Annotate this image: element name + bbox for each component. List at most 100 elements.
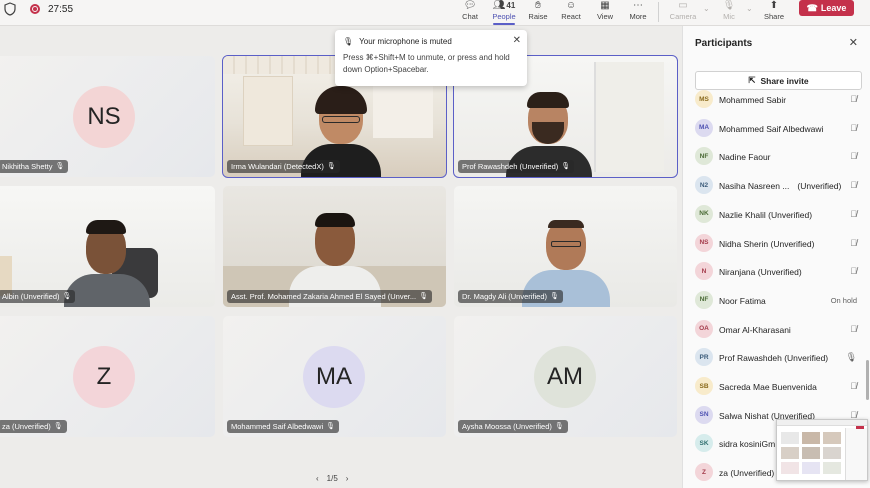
mic-muted-icon: 🎙︎ [550, 293, 559, 300]
participant-name-text: Nazlie Khalil (Unverified) [719, 209, 813, 220]
gallery-pager: ‹ 1/5 › [316, 474, 348, 483]
avatar: NS [695, 233, 713, 252]
participant-name-tag: za (Unverified) 🎙︎ [0, 420, 67, 433]
video-feed [223, 186, 446, 307]
mic-muted-icon: 🎙̸ [850, 266, 857, 277]
mic-muted-icon: 🎙̸ [850, 237, 857, 248]
participant-name: sidra kosiniGm... [719, 439, 782, 449]
view-button[interactable]: ▦ View [588, 0, 622, 22]
mic-muted-icon: 🎙̸ [850, 180, 857, 191]
people-icon: 👥︎41 [492, 0, 516, 11]
raise-hand-button[interactable]: ✋︎ Raise [521, 0, 555, 22]
grid-icon: ▦ [600, 0, 610, 11]
video-feed [0, 186, 215, 307]
mic-button[interactable]: 🎙︎ Mic [712, 0, 746, 22]
participant-row[interactable]: PR Prof Rawashdeh (Unverified) 🎙 [683, 345, 870, 373]
participant-tile[interactable]: Albin (Unverified) 🎙︎ [0, 186, 215, 307]
participant-name-tag: Albin (Unverified) 🎙︎ [0, 290, 76, 303]
participant-name: Prof Rawashdeh (Unverified) [719, 353, 828, 363]
mic-icon: 🎙︎ [326, 163, 336, 170]
participant-row[interactable]: MS Mohammed Sabir 🎙̸ [683, 87, 870, 115]
participant-name-text: Noor Fatima [719, 295, 766, 306]
participant-name: Niranjana (Unverified) [719, 267, 802, 277]
avatar: MA [695, 118, 713, 137]
participant-tile[interactable]: Dr. Magdy Ali (Unverified) 🎙︎ [454, 186, 677, 307]
chat-icon: 💬︎ [463, 0, 477, 11]
more-button[interactable]: ⋯ More [621, 0, 655, 22]
meeting-toolbar: 27:55 💬︎ Chat 👥︎41 People ✋︎ Raise ☺ Rea… [0, 0, 870, 26]
share-button[interactable]: ⬆︎ Share [757, 0, 791, 22]
participant-name: Nikhitha Shetty [2, 162, 53, 171]
people-button[interactable]: 👥︎41 People [487, 0, 521, 25]
mic-muted-icon: 🎙︎ [419, 293, 428, 300]
react-button[interactable]: ☺ React [554, 0, 588, 22]
page-indicator: 1/5 [326, 474, 338, 483]
participant-row[interactable]: NK Nazlie Khalil (Unverified) 🎙̸ [683, 202, 870, 230]
participant-name: Nadine Faour [719, 152, 771, 162]
notification-title-text: Your microphone is muted [359, 37, 452, 46]
prev-page-button[interactable]: ‹ [316, 474, 319, 483]
avatar: PR [695, 348, 713, 367]
smiley-icon: ☺ [565, 0, 577, 11]
participant-row[interactable]: NS Nidha Sherin (Unverified) 🎙̸ [683, 231, 870, 259]
participant-row[interactable]: N Niranjana (Unverified) 🎙̸ [683, 259, 870, 287]
mic-muted-icon: 🎙︎ [53, 423, 63, 430]
screen-share-thumbnail[interactable] [776, 419, 868, 481]
participant-row[interactable]: OA Omar Al-Kharasani 🎙̸ [683, 317, 870, 345]
mic-muted-icon: 🎙̸ [850, 208, 857, 219]
participant-name-text: sidra kosiniGm... [719, 439, 783, 450]
mic-muted-icon: 🎙̸ [850, 151, 857, 162]
participant-row[interactable]: SB Sacreda Mae Buenvenida 🎙̸ [683, 374, 870, 402]
close-icon[interactable]: ✕ [513, 35, 521, 46]
participant-name-text: Prof Rawashdeh (Unverified) [719, 353, 829, 364]
toolbar-left: 27:55 [4, 2, 73, 16]
react-label: React [561, 12, 581, 21]
avatar: SK [695, 434, 713, 453]
participant-name-tag: Asst. Prof. Mohamed Zakaria Ahmed El Say… [227, 290, 432, 303]
panel-scrollbar[interactable] [866, 360, 869, 400]
chat-button[interactable]: 💬︎ Chat [453, 0, 487, 22]
notification-title: 🎙︎ Your microphone is muted [343, 37, 519, 46]
leave-button[interactable]: ☎︎ Leave [799, 0, 854, 16]
avatar: NF [695, 147, 713, 166]
participant-tile[interactable]: Z za (Unverified) 🎙︎ [0, 316, 215, 437]
panel-title: Participants [695, 38, 753, 49]
camera-button[interactable]: ▭ Camera [666, 0, 700, 22]
meeting-timer: 27:55 [48, 3, 74, 15]
avatar: NS [73, 86, 135, 148]
participant-name-text: Mohammed Sabir [719, 95, 787, 105]
participant-name: Mohammed Saif Albedwawi [719, 124, 823, 134]
participant-tile[interactable]: Asst. Prof. Mohamed Zakaria Ahmed El Say… [223, 186, 446, 307]
mic-icon: 🎙︎ [561, 163, 571, 170]
avatar: NK [695, 204, 713, 223]
participant-tile[interactable]: AM Aysha Moossa (Unverified) 🎙︎ [454, 316, 677, 437]
close-icon[interactable]: ✕ [849, 36, 858, 49]
participant-name: Nazlie Khalil (Unverified) [719, 210, 812, 220]
participant-row[interactable]: NF Nadine Faour 🎙̸ [683, 144, 870, 172]
avatar: OA [695, 319, 713, 338]
mic-options-chevron-icon[interactable]: ⌄ [746, 4, 753, 13]
participant-name: Omar Al-Kharasani [719, 325, 791, 335]
leave-label: Leave [820, 3, 847, 13]
participant-row[interactable]: NF Noor Fatima On hold [683, 288, 870, 316]
participant-tile[interactable]: MA Mohammed Saif Albedwawi 🎙︎ [223, 316, 446, 437]
participant-name: Irma Wulandari (DetectedX) [231, 162, 324, 171]
verification-suffix: (Unverified) [797, 181, 842, 192]
avatar: SB [695, 377, 713, 395]
participant-name-text: Nadine Faour [719, 152, 771, 163]
participant-row[interactable]: MA Mohammed Saif Albedwawi 🎙̸ [683, 116, 870, 144]
participant-name-tag: Aysha Moossa (Unverified) 🎙︎ [458, 420, 568, 433]
share-invite-label: Share invite [760, 75, 809, 86]
share-label: Share [763, 12, 784, 21]
next-page-button[interactable]: › [346, 474, 349, 483]
avatar: N2 [695, 176, 713, 195]
participant-name: Asst. Prof. Mohamed Zakaria Ahmed El Say… [231, 292, 417, 301]
more-icon: ⋯ [633, 0, 643, 11]
camera-options-chevron-icon[interactable]: ⌄ [703, 4, 710, 13]
participant-name: Dr. Magdy Ali (Unverified) [462, 292, 548, 301]
participant-name: Sacreda Mae Buenvenida [719, 382, 817, 392]
camera-icon: ▭ [678, 0, 688, 11]
participant-row[interactable]: N2 Nasiha Nasreen ... (Unverified) 🎙̸ [683, 173, 870, 201]
video-stage: NS Nikhitha Shetty 🎙︎ Irma Wulandari (Det… [0, 26, 682, 488]
participant-tile[interactable]: NS Nikhitha Shetty 🎙︎ [0, 56, 215, 177]
